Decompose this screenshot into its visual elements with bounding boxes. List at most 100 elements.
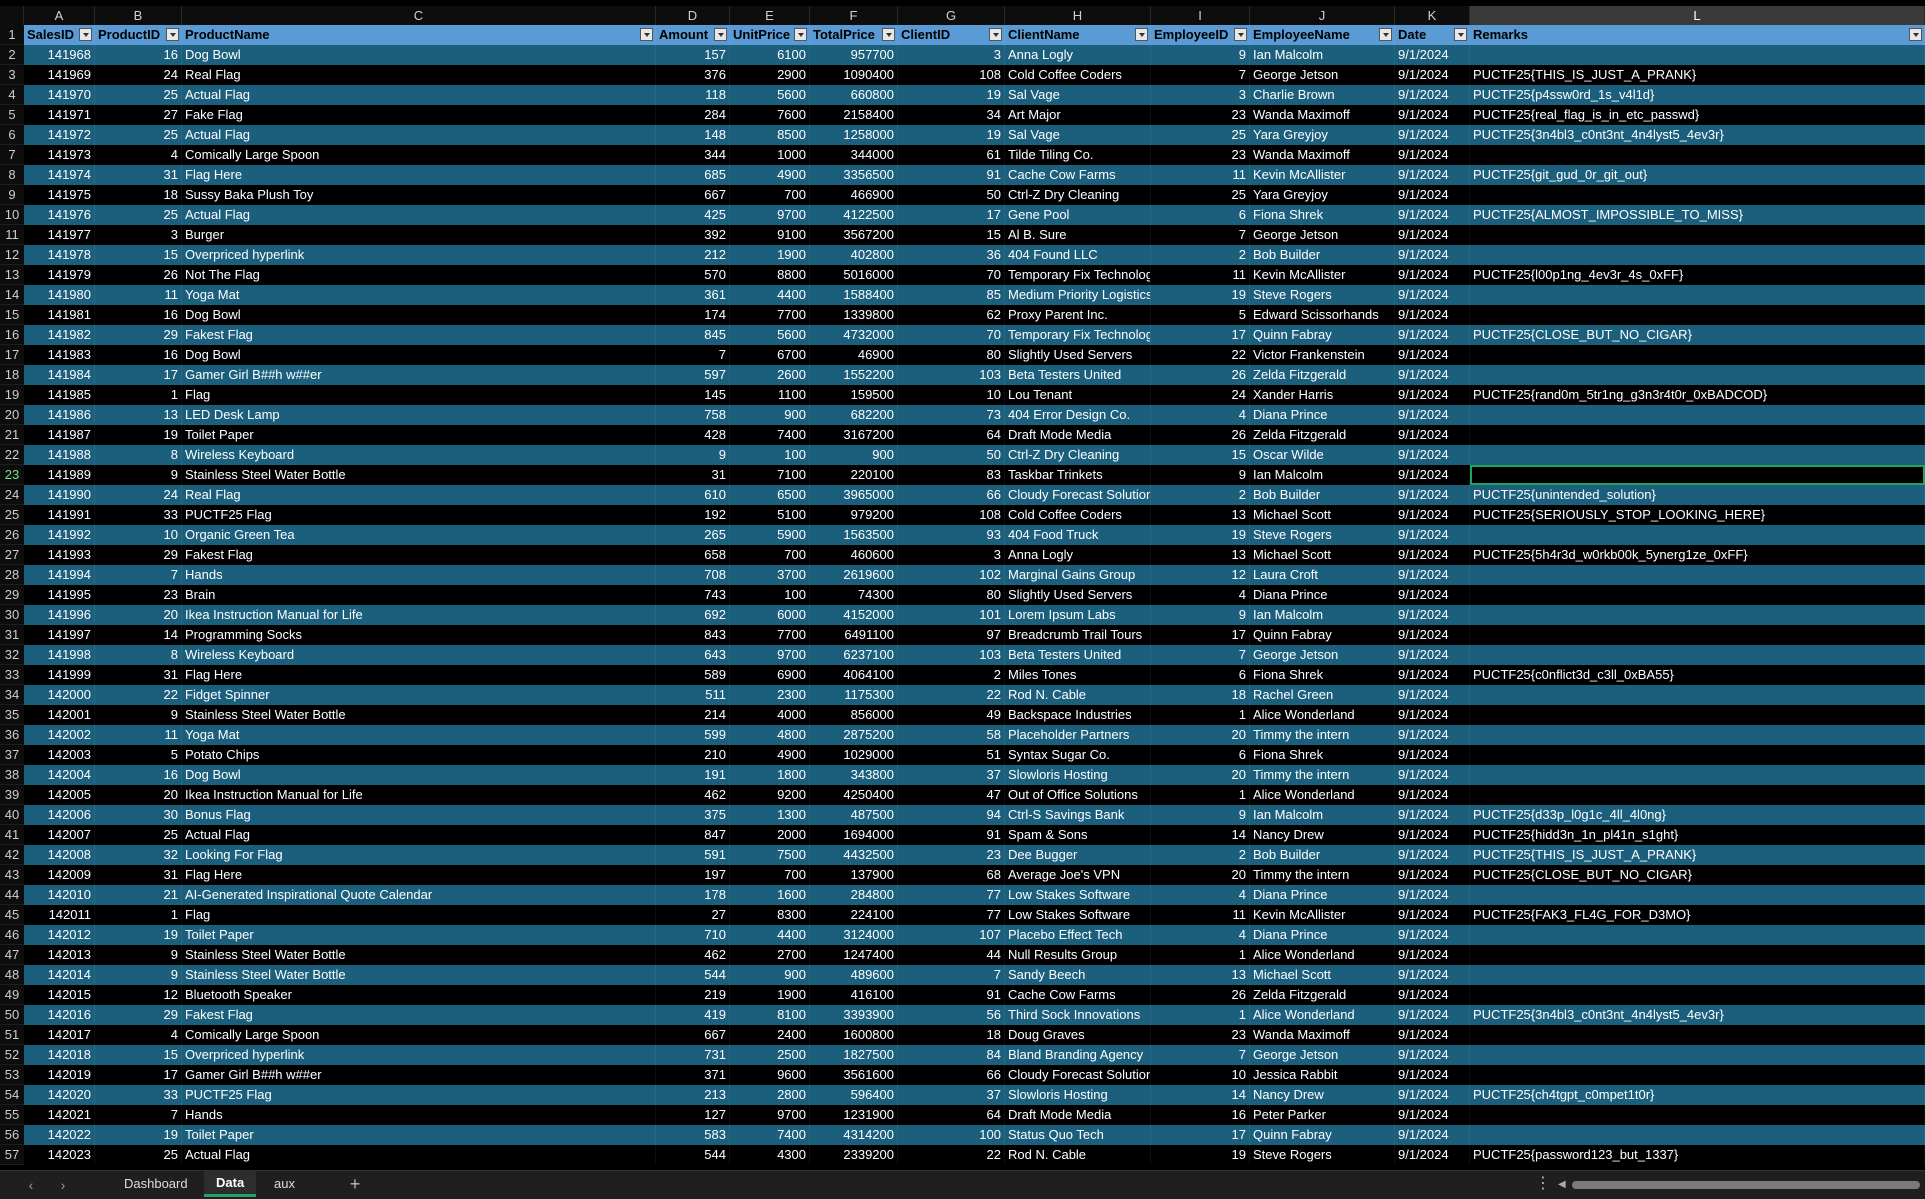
- table-cell[interactable]: 700: [730, 545, 810, 565]
- table-cell[interactable]: 1900: [730, 985, 810, 1005]
- table-cell[interactable]: 2158400: [810, 105, 898, 125]
- table-cell[interactable]: 142021: [24, 1105, 95, 1125]
- table-cell[interactable]: 141982: [24, 325, 95, 345]
- table-cell[interactable]: Quinn Fabray: [1250, 625, 1395, 645]
- table-cell[interactable]: Actual Flag: [182, 205, 656, 225]
- table-cell[interactable]: PUCTF25 Flag: [182, 505, 656, 525]
- table-cell[interactable]: 12: [95, 985, 182, 1005]
- spreadsheet-grid[interactable]: ABCDEFGHIJKL 1 SalesID ProductID ProductNam…: [0, 0, 1925, 1170]
- table-cell[interactable]: 343800: [810, 765, 898, 785]
- table-cell[interactable]: Real Flag: [182, 65, 656, 85]
- column-title[interactable]: ProductID: [95, 25, 182, 45]
- row-number[interactable]: 4: [0, 85, 24, 105]
- table-cell[interactable]: Yara Greyjoy: [1250, 125, 1395, 145]
- table-cell[interactable]: 3393900: [810, 1005, 898, 1025]
- table-cell[interactable]: 9/1/2024: [1395, 305, 1470, 325]
- table-cell[interactable]: 23: [1151, 1025, 1250, 1045]
- table-cell[interactable]: 3167200: [810, 425, 898, 445]
- table-cell[interactable]: PUCTF25{c0nflict3d_c3ll_0xBA55}: [1470, 665, 1925, 685]
- table-cell[interactable]: 100: [898, 1125, 1005, 1145]
- table-cell[interactable]: 25: [95, 125, 182, 145]
- row-number[interactable]: 42: [0, 845, 24, 865]
- table-cell[interactable]: 17: [1151, 325, 1250, 345]
- table-cell[interactable]: 1600800: [810, 1025, 898, 1045]
- table-cell[interactable]: 30: [95, 805, 182, 825]
- table-cell[interactable]: 487500: [810, 805, 898, 825]
- table-cell[interactable]: 597: [656, 365, 730, 385]
- table-cell[interactable]: 9: [95, 705, 182, 725]
- table-cell[interactable]: 1175300: [810, 685, 898, 705]
- table-cell[interactable]: 141983: [24, 345, 95, 365]
- table-cell[interactable]: 9/1/2024: [1395, 605, 1470, 625]
- table-cell[interactable]: 29: [95, 325, 182, 345]
- table-cell[interactable]: 9: [1151, 465, 1250, 485]
- table-cell[interactable]: 425: [656, 205, 730, 225]
- table-cell[interactable]: Low Stakes Software: [1005, 885, 1151, 905]
- table-cell[interactable]: 142010: [24, 885, 95, 905]
- table-cell[interactable]: 142014: [24, 965, 95, 985]
- table-cell[interactable]: 24: [95, 65, 182, 85]
- table-cell[interactable]: Gamer Girl B##h w##er: [182, 1065, 656, 1085]
- table-cell[interactable]: 83: [898, 465, 1005, 485]
- table-cell[interactable]: Breadcrumb Trail Tours: [1005, 625, 1151, 645]
- table-cell[interactable]: George Jetson: [1250, 65, 1395, 85]
- table-cell[interactable]: 24: [1151, 385, 1250, 405]
- table-cell[interactable]: Bland Branding Agency: [1005, 1045, 1151, 1065]
- table-cell[interactable]: 141992: [24, 525, 95, 545]
- row-number[interactable]: 8: [0, 165, 24, 185]
- row-number[interactable]: 9: [0, 185, 24, 205]
- table-cell[interactable]: 74300: [810, 585, 898, 605]
- table-cell[interactable]: PUCTF25 Flag: [182, 1085, 656, 1105]
- table-cell[interactable]: 16: [95, 305, 182, 325]
- table-cell[interactable]: 15: [1151, 445, 1250, 465]
- table-cell[interactable]: 489600: [810, 965, 898, 985]
- table-cell[interactable]: 7: [95, 1105, 182, 1125]
- filter-dropdown-icon[interactable]: [714, 28, 727, 41]
- table-cell[interactable]: Bluetooth Speaker: [182, 985, 656, 1005]
- table-cell[interactable]: Kevin McAllister: [1250, 265, 1395, 285]
- row-number[interactable]: 13: [0, 265, 24, 285]
- table-cell[interactable]: Kevin McAllister: [1250, 905, 1395, 925]
- table-cell[interactable]: 15: [95, 1045, 182, 1065]
- row-number[interactable]: 3: [0, 65, 24, 85]
- table-cell[interactable]: 22: [95, 685, 182, 705]
- table-cell[interactable]: 19: [1151, 1145, 1250, 1165]
- row-number[interactable]: 15: [0, 305, 24, 325]
- table-cell[interactable]: 375: [656, 805, 730, 825]
- table-cell[interactable]: 142012: [24, 925, 95, 945]
- table-cell[interactable]: 22: [898, 685, 1005, 705]
- table-cell[interactable]: 51: [898, 745, 1005, 765]
- table-cell[interactable]: 404 Found LLC: [1005, 245, 1151, 265]
- table-cell[interactable]: Potato Chips: [182, 745, 656, 765]
- table-cell[interactable]: 1339800: [810, 305, 898, 325]
- table-cell[interactable]: 9/1/2024: [1395, 585, 1470, 605]
- table-cell[interactable]: 17: [95, 365, 182, 385]
- table-cell[interactable]: Fiona Shrek: [1250, 665, 1395, 685]
- row-number[interactable]: 30: [0, 605, 24, 625]
- table-cell[interactable]: Ctrl-Z Dry Cleaning: [1005, 185, 1151, 205]
- table-cell[interactable]: 682200: [810, 405, 898, 425]
- table-cell[interactable]: 142009: [24, 865, 95, 885]
- table-cell[interactable]: 511: [656, 685, 730, 705]
- table-cell[interactable]: Burger: [182, 225, 656, 245]
- table-cell[interactable]: Ian Malcolm: [1250, 605, 1395, 625]
- table-cell[interactable]: 2619600: [810, 565, 898, 585]
- table-cell[interactable]: 9/1/2024: [1395, 985, 1470, 1005]
- table-cell[interactable]: Fakest Flag: [182, 545, 656, 565]
- table-cell[interactable]: 16: [95, 345, 182, 365]
- row-number[interactable]: 1: [0, 25, 24, 45]
- table-cell[interactable]: [1470, 1025, 1925, 1045]
- table-cell[interactable]: Slightly Used Servers: [1005, 585, 1151, 605]
- table-cell[interactable]: Lorem Ipsum Labs: [1005, 605, 1151, 625]
- table-cell[interactable]: PUCTF25{CLOSE_BUT_NO_CIGAR}: [1470, 325, 1925, 345]
- table-cell[interactable]: Alice Wonderland: [1250, 1005, 1395, 1025]
- table-cell[interactable]: 18: [1151, 685, 1250, 705]
- table-cell[interactable]: Nancy Drew: [1250, 1085, 1395, 1105]
- table-cell[interactable]: 9/1/2024: [1395, 945, 1470, 965]
- row-number[interactable]: 10: [0, 205, 24, 225]
- table-cell[interactable]: 284: [656, 105, 730, 125]
- table-cell[interactable]: Oscar Wilde: [1250, 445, 1395, 465]
- table-cell[interactable]: Stainless Steel Water Bottle: [182, 965, 656, 985]
- table-cell[interactable]: Yoga Mat: [182, 285, 656, 305]
- row-number[interactable]: 17: [0, 345, 24, 365]
